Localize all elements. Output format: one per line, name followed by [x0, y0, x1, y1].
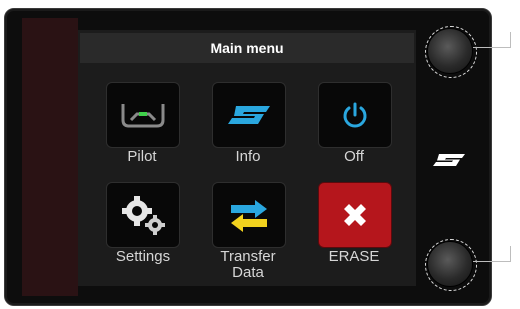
lower-callout-line: [473, 261, 511, 262]
gears-icon: [122, 196, 165, 235]
off-button[interactable]: [318, 82, 392, 148]
transfer-arrows-icon: [231, 200, 267, 232]
info-label: Info: [235, 148, 261, 165]
brand-s-logo-icon: [228, 106, 270, 124]
settings-button[interactable]: [106, 182, 180, 248]
lower-knob-highlight: [425, 239, 477, 291]
page-title: Main menu: [80, 33, 414, 63]
side-panel: [22, 18, 78, 296]
upper-callout-line: [473, 47, 511, 48]
erase-label: ERASE: [328, 248, 380, 265]
erase-button[interactable]: [318, 182, 392, 248]
lower-callout-tick: [510, 246, 511, 261]
transfer-label-line2: Data: [232, 264, 264, 281]
upper-callout-tick: [510, 32, 511, 47]
power-icon: [343, 102, 367, 128]
pilot-wheel-icon: [121, 104, 165, 128]
pilot-label: Pilot: [127, 148, 157, 165]
pilot-button[interactable]: [106, 82, 180, 148]
settings-label: Settings: [115, 248, 171, 265]
transfer-label-line1: Transfer: [220, 248, 276, 265]
upper-knob-highlight: [425, 26, 477, 78]
erase-x-icon: [344, 204, 366, 226]
off-label: Off: [344, 148, 364, 165]
info-button[interactable]: [212, 82, 286, 148]
transfer-data-button[interactable]: [212, 182, 286, 248]
brand-s-logo-icon: [433, 154, 465, 166]
